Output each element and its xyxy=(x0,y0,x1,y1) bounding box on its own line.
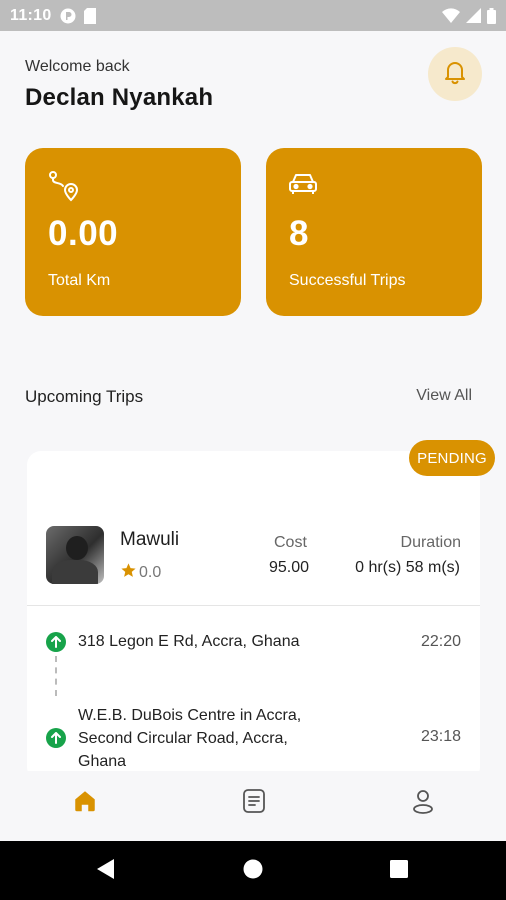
total-km-label: Total Km xyxy=(48,272,111,289)
dropoff-time: 23:18 xyxy=(420,728,461,745)
nav-trips[interactable] xyxy=(239,788,269,818)
notification-app-icon xyxy=(60,8,76,24)
total-km-value: 0.00 xyxy=(48,214,119,253)
successful-trips-card: 8 Successful Trips xyxy=(266,148,482,316)
trip-card[interactable]: Mawuli 0.0 Cost 95.00 Duration 0 hr(s) 5… xyxy=(27,451,480,781)
pickup-address: 318 Legon E Rd, Accra, Ghana xyxy=(78,633,300,650)
bottom-nav xyxy=(0,771,506,841)
duration-label: Duration xyxy=(400,534,461,551)
home-icon xyxy=(72,788,98,819)
dropoff-address: W.E.B. DuBois Centre in Accra, Second Ci… xyxy=(78,707,302,770)
status-time: 11:10 xyxy=(10,6,52,24)
arrow-up-icon xyxy=(46,632,66,652)
sd-card-icon xyxy=(83,7,96,24)
trips-list-icon xyxy=(242,788,266,819)
user-name: Declan Nyankah xyxy=(25,84,214,111)
back-triangle-icon xyxy=(96,858,116,885)
nav-home[interactable] xyxy=(70,788,100,818)
driver-rating: 0.0 xyxy=(120,562,161,584)
card-divider xyxy=(27,605,480,606)
status-bar: 11:10 xyxy=(0,0,506,31)
recents-button[interactable] xyxy=(387,859,411,883)
profile-icon xyxy=(411,788,435,819)
cost-label: Cost xyxy=(274,534,307,551)
home-circle-icon xyxy=(242,858,264,885)
battery-icon xyxy=(487,7,496,24)
system-nav-bar xyxy=(0,841,506,900)
arrow-up-icon xyxy=(46,728,66,748)
bell-icon xyxy=(443,59,467,90)
notifications-button[interactable] xyxy=(428,47,482,101)
upcoming-trips-title: Upcoming Trips xyxy=(25,387,144,406)
back-button[interactable] xyxy=(94,858,118,885)
total-km-card: 0.00 Total Km xyxy=(25,148,241,316)
welcome-text: Welcome back xyxy=(25,58,130,75)
signal-icon xyxy=(466,8,481,23)
driver-name: Mawuli xyxy=(120,529,180,550)
driver-avatar xyxy=(46,526,104,584)
cost-value: 95.00 xyxy=(269,559,310,576)
route-icon xyxy=(47,170,79,207)
pickup-time: 22:20 xyxy=(420,633,461,650)
star-icon xyxy=(120,562,137,584)
wifi-icon xyxy=(442,8,460,23)
status-badge: PENDING xyxy=(409,440,495,476)
successful-trips-value: 8 xyxy=(289,214,309,253)
app-screen: Welcome back Declan Nyankah 0.00 Total K… xyxy=(0,31,506,841)
nav-profile[interactable] xyxy=(408,788,438,818)
car-icon xyxy=(288,170,318,203)
route-connector xyxy=(55,656,57,696)
recents-square-icon xyxy=(389,859,409,884)
successful-trips-label: Successful Trips xyxy=(289,272,406,289)
home-button[interactable] xyxy=(241,859,265,883)
duration-value: 0 hr(s) 58 m(s) xyxy=(355,559,460,576)
view-all-link[interactable]: View All xyxy=(416,387,472,405)
rating-value: 0.0 xyxy=(139,564,162,581)
